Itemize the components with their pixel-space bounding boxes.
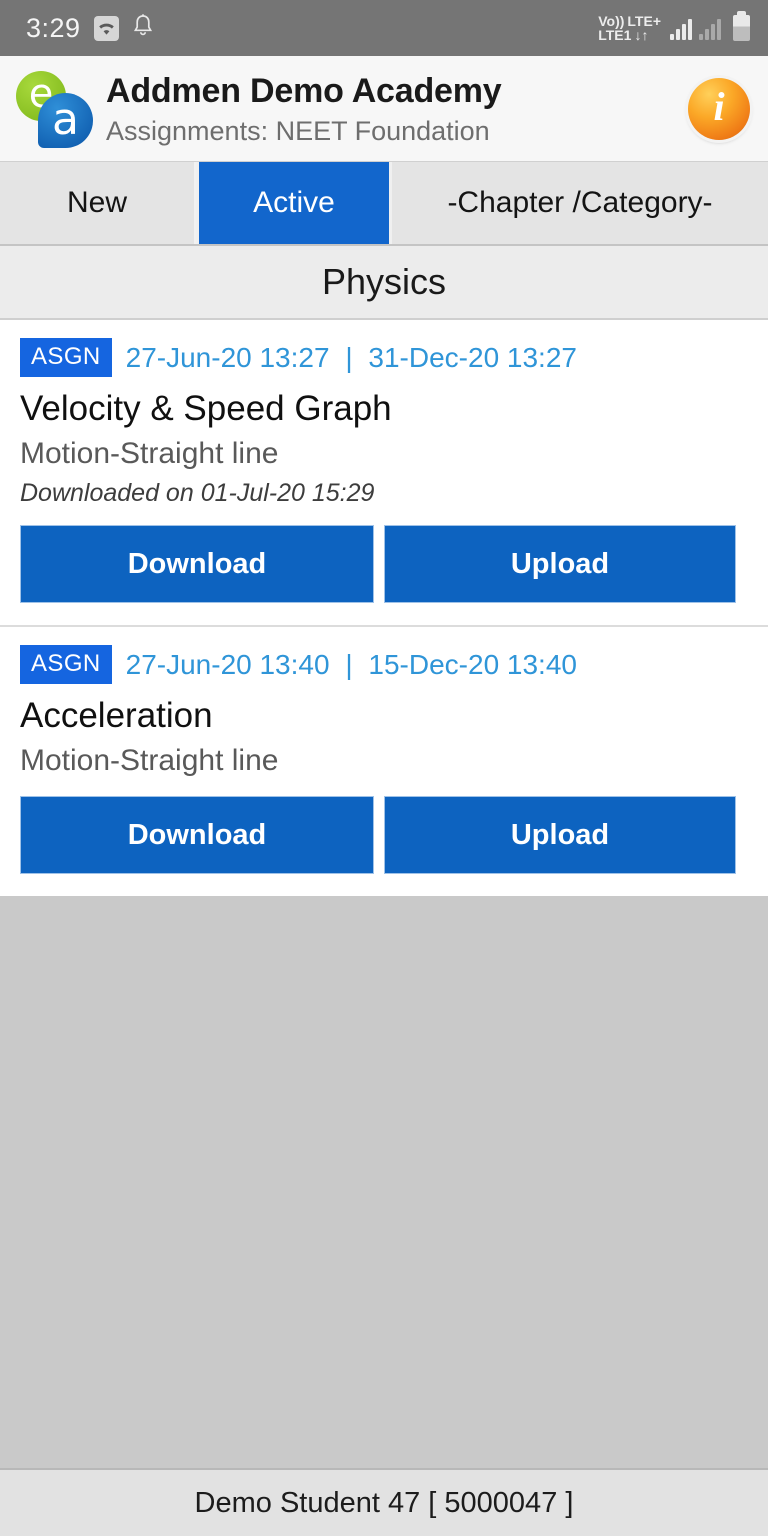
battery-icon — [733, 11, 750, 41]
volte-label-bottom: LTE1 — [598, 27, 632, 43]
clock: 3:29 — [26, 12, 81, 43]
list-item[interactable]: ASGN 27-Jun-20 13:27 | 31-Dec-20 13:27 V… — [0, 320, 768, 625]
logo-a-mark: a — [38, 92, 93, 148]
download-button[interactable]: Download — [20, 796, 374, 874]
tab-active[interactable]: Active — [196, 162, 392, 244]
upload-button[interactable]: Upload — [384, 796, 736, 874]
footer-bar: Demo Student 47 [ 5000047 ] — [0, 1468, 768, 1536]
page-title: Addmen Demo Academy — [106, 71, 502, 110]
assignment-dates: 27-Jun-20 13:27 | 31-Dec-20 13:27 — [126, 342, 577, 374]
network-type-label: LTE+ — [627, 12, 661, 29]
status-badge: ASGN — [20, 645, 112, 684]
app-screen: 3:29 Vo)) LTE+ LTE1 ↓↑ e a Addmen Demo A… — [0, 0, 768, 1536]
status-bar-left: 3:29 — [26, 13, 154, 44]
status-bar: 3:29 Vo)) LTE+ LTE1 ↓↑ — [0, 0, 768, 56]
assignment-title: Acceleration — [20, 696, 213, 735]
app-header: e a Addmen Demo Academy Assignments: NEE… — [0, 56, 768, 162]
header-titles: Addmen Demo Academy Assignments: NEET Fo… — [106, 69, 688, 149]
bell-icon — [132, 13, 154, 43]
tab-chapter-category[interactable]: -Chapter /Category- — [392, 162, 768, 244]
assignment-actions: Download Upload — [20, 525, 744, 603]
assignment-start-date: 27-Jun-20 13:40 — [125, 648, 330, 680]
page-subtitle: Assignments: NEET Foundation — [106, 115, 490, 146]
assignment-dates: 27-Jun-20 13:40 | 15-Dec-20 13:40 — [126, 649, 577, 681]
list-item[interactable]: ASGN 27-Jun-20 13:40 | 15-Dec-20 13:40 A… — [0, 625, 768, 896]
info-glyph: i — [713, 83, 725, 129]
assignment-list: ASGN 27-Jun-20 13:27 | 31-Dec-20 13:27 V… — [0, 320, 768, 896]
assignment-end-date: 15-Dec-20 13:40 — [368, 648, 577, 680]
assignment-chapter: Motion-Straight line — [20, 437, 279, 470]
logo-a-letter: a — [52, 93, 79, 145]
assignment-start-date: 27-Jun-20 13:27 — [125, 341, 330, 373]
date-separator: | — [345, 341, 353, 373]
assignment-meta: ASGN 27-Jun-20 13:27 | 31-Dec-20 13:27 — [20, 338, 744, 377]
tab-new[interactable]: New — [0, 162, 196, 244]
assignment-actions: Download Upload — [20, 796, 744, 874]
subject-header: Physics — [0, 246, 768, 320]
tab-bar: New Active -Chapter /Category- — [0, 162, 768, 246]
info-icon[interactable]: i — [688, 77, 750, 140]
empty-content-area — [0, 896, 768, 1468]
signal-strength-sim1-icon — [670, 16, 692, 40]
app-logo-icon: e a — [14, 67, 98, 151]
volte-label-top: Vo)) — [598, 12, 625, 29]
volte-indicator: Vo)) LTE+ LTE1 ↓↑ — [598, 12, 661, 43]
assignment-end-date: 31-Dec-20 13:27 — [368, 341, 577, 373]
status-bar-right: Vo)) LTE+ LTE1 ↓↑ — [598, 11, 750, 43]
assignment-meta: ASGN 27-Jun-20 13:40 | 15-Dec-20 13:40 — [20, 645, 744, 684]
assignment-download-note: Downloaded on 01-Jul-20 15:29 — [20, 479, 375, 507]
signal-strength-sim2-icon — [699, 16, 721, 40]
assignment-chapter: Motion-Straight line — [20, 744, 279, 777]
footer-user-label: Demo Student 47 [ 5000047 ] — [194, 1486, 574, 1519]
download-button[interactable]: Download — [20, 525, 374, 603]
assignment-title: Velocity & Speed Graph — [20, 389, 392, 428]
status-badge: ASGN — [20, 338, 112, 377]
wifi-icon — [93, 15, 119, 41]
subject-label: Physics — [321, 261, 447, 302]
date-separator: | — [345, 648, 353, 680]
data-transfer-arrows-icon: ↓↑ — [634, 27, 649, 43]
upload-button[interactable]: Upload — [384, 525, 736, 603]
